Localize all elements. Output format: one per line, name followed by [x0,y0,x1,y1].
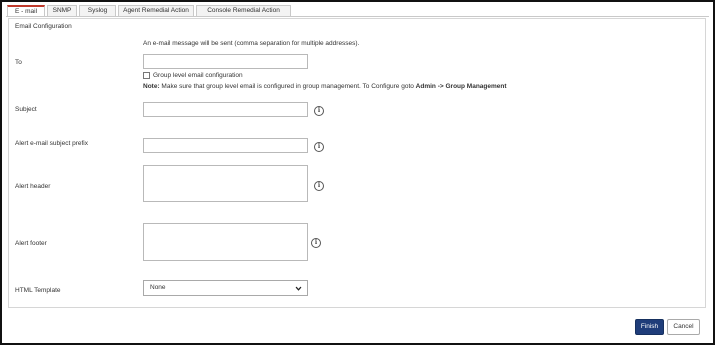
cancel-button[interactable]: Cancel [667,319,700,335]
tab-snmp[interactable]: SNMP [47,5,77,16]
tab-email[interactable]: E - mail [7,5,45,16]
tab-syslog[interactable]: Syslog [79,5,116,16]
alert-header-label: Alert header [15,183,51,190]
note-text: Make sure that group level email is conf… [159,83,416,90]
window-frame: E - mail SNMP Syslog Agent Remedial Acti… [0,0,715,345]
info-icon[interactable]: i [314,142,324,152]
alert-header-textarea[interactable] [143,165,308,202]
note-admin-link: Admin [415,83,436,90]
group-level-checkbox[interactable] [143,72,150,79]
alert-prefix-input[interactable] [143,138,308,153]
subject-input[interactable] [143,102,308,117]
subject-label: Subject [15,106,37,113]
email-config-panel: Email Configuration An e-mail message wi… [8,18,706,308]
tab-console-remedial-action[interactable]: Console Remedial Action [196,5,291,16]
alert-prefix-label: Alert e-mail subject prefix [15,140,88,147]
note-group-management-link: Group Management [445,83,507,90]
info-icon[interactable]: i [314,181,324,191]
group-note: Note: Make sure that group level email i… [143,83,507,90]
alert-footer-label: Alert footer [15,240,47,247]
to-label: To [15,59,22,66]
info-icon[interactable]: i [311,238,321,248]
email-hint: An e-mail message will be sent (comma se… [143,40,360,47]
html-template-value: None [150,284,166,291]
note-prefix: Note: [143,83,160,90]
html-template-select[interactable]: None [143,280,308,296]
to-input[interactable] [143,54,308,69]
tab-bar: E - mail SNMP Syslog Agent Remedial Acti… [7,5,293,16]
group-level-checkbox-label: Group level email configuration [153,72,243,79]
chevron-down-icon [295,286,302,291]
finish-button[interactable]: Finish [635,319,664,335]
alert-footer-textarea[interactable] [143,223,308,261]
section-title: Email Configuration [15,23,72,30]
tab-underline [6,16,709,17]
info-icon[interactable]: i [314,106,324,116]
html-template-label: HTML Template [15,287,61,294]
tab-agent-remedial-action[interactable]: Agent Remedial Action [118,5,194,16]
